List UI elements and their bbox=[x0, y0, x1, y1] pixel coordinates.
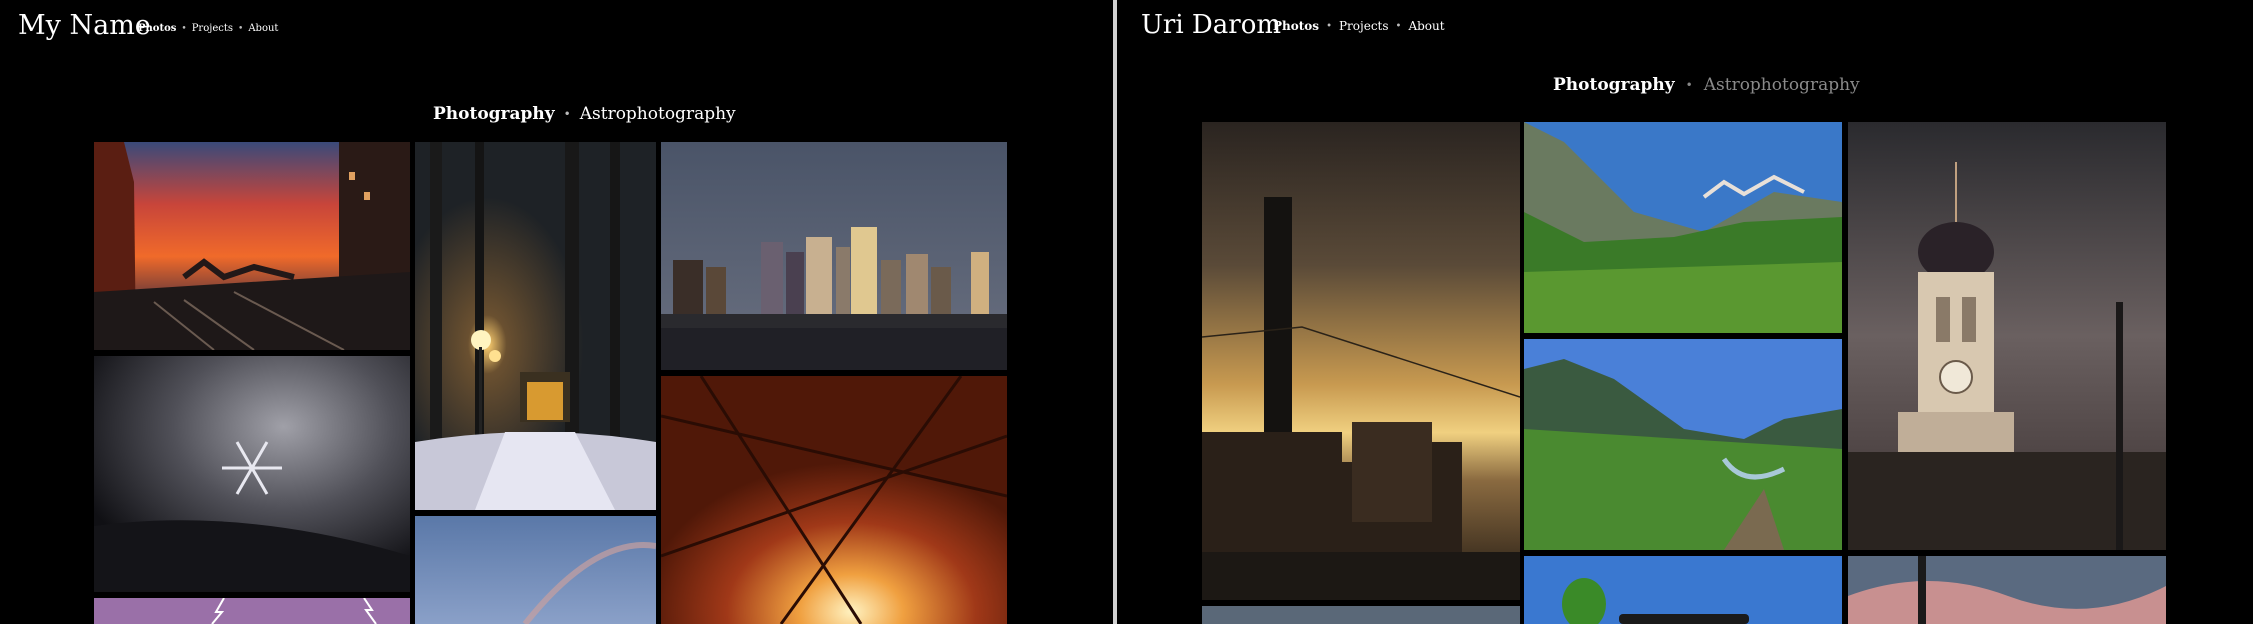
photo-valley-stream[interactable] bbox=[1524, 339, 1842, 550]
photo-lightning[interactable] bbox=[94, 598, 410, 624]
photo-mountain-meadow[interactable] bbox=[1524, 122, 1842, 333]
nav-about[interactable]: About bbox=[248, 23, 278, 34]
tab-photography[interactable]: Photography bbox=[433, 104, 555, 124]
nav-about[interactable]: About bbox=[1408, 19, 1444, 33]
category-tabs: Photography • Astrophotography bbox=[1553, 75, 1860, 95]
nav-projects[interactable]: Projects bbox=[1339, 19, 1389, 33]
photo-bottom-middle[interactable] bbox=[1524, 556, 1842, 624]
bullet-icon: • bbox=[563, 107, 571, 121]
tab-astrophotography[interactable]: Astrophotography bbox=[1704, 75, 1860, 95]
photo-rainbow-sky[interactable] bbox=[415, 516, 656, 624]
photo-sunset-railroad[interactable] bbox=[94, 142, 410, 350]
nav-photos[interactable]: Photos bbox=[138, 23, 176, 34]
photo-smokestack-sunset[interactable] bbox=[1202, 122, 1520, 600]
tab-astrophotography[interactable]: Astrophotography bbox=[580, 104, 736, 124]
bullet-icon: • bbox=[1685, 78, 1693, 92]
site-title[interactable]: Uri Darom bbox=[1141, 10, 1281, 40]
tab-photography[interactable]: Photography bbox=[1553, 75, 1675, 95]
main-nav: Photos • Projects • About bbox=[1273, 19, 1445, 33]
left-panel: My Name Photos • Projects • About Photog… bbox=[0, 0, 1113, 624]
bullet-icon: • bbox=[1326, 20, 1332, 32]
bullet-icon: • bbox=[181, 23, 187, 34]
category-tabs: Photography • Astrophotography bbox=[433, 104, 736, 124]
bullet-icon: • bbox=[238, 23, 244, 34]
bullet-icon: • bbox=[1395, 20, 1402, 32]
photo-clock-tower[interactable] bbox=[1848, 122, 2166, 550]
photo-bottom-right[interactable] bbox=[1848, 556, 2166, 624]
photo-bottom-left[interactable] bbox=[1202, 606, 1520, 624]
right-panel: Uri Darom Photos • Projects • About Phot… bbox=[1117, 0, 2253, 624]
photo-autumn-leaves[interactable] bbox=[661, 376, 1007, 624]
main-nav: Photos • Projects • About bbox=[138, 23, 278, 34]
site-title[interactable]: My Name bbox=[18, 10, 151, 41]
photo-snowy-lamp[interactable] bbox=[415, 142, 656, 510]
photo-snowflake[interactable] bbox=[94, 356, 410, 592]
photo-city-skyline[interactable] bbox=[661, 142, 1007, 370]
nav-projects[interactable]: Projects bbox=[192, 23, 233, 34]
nav-photos[interactable]: Photos bbox=[1273, 19, 1319, 33]
